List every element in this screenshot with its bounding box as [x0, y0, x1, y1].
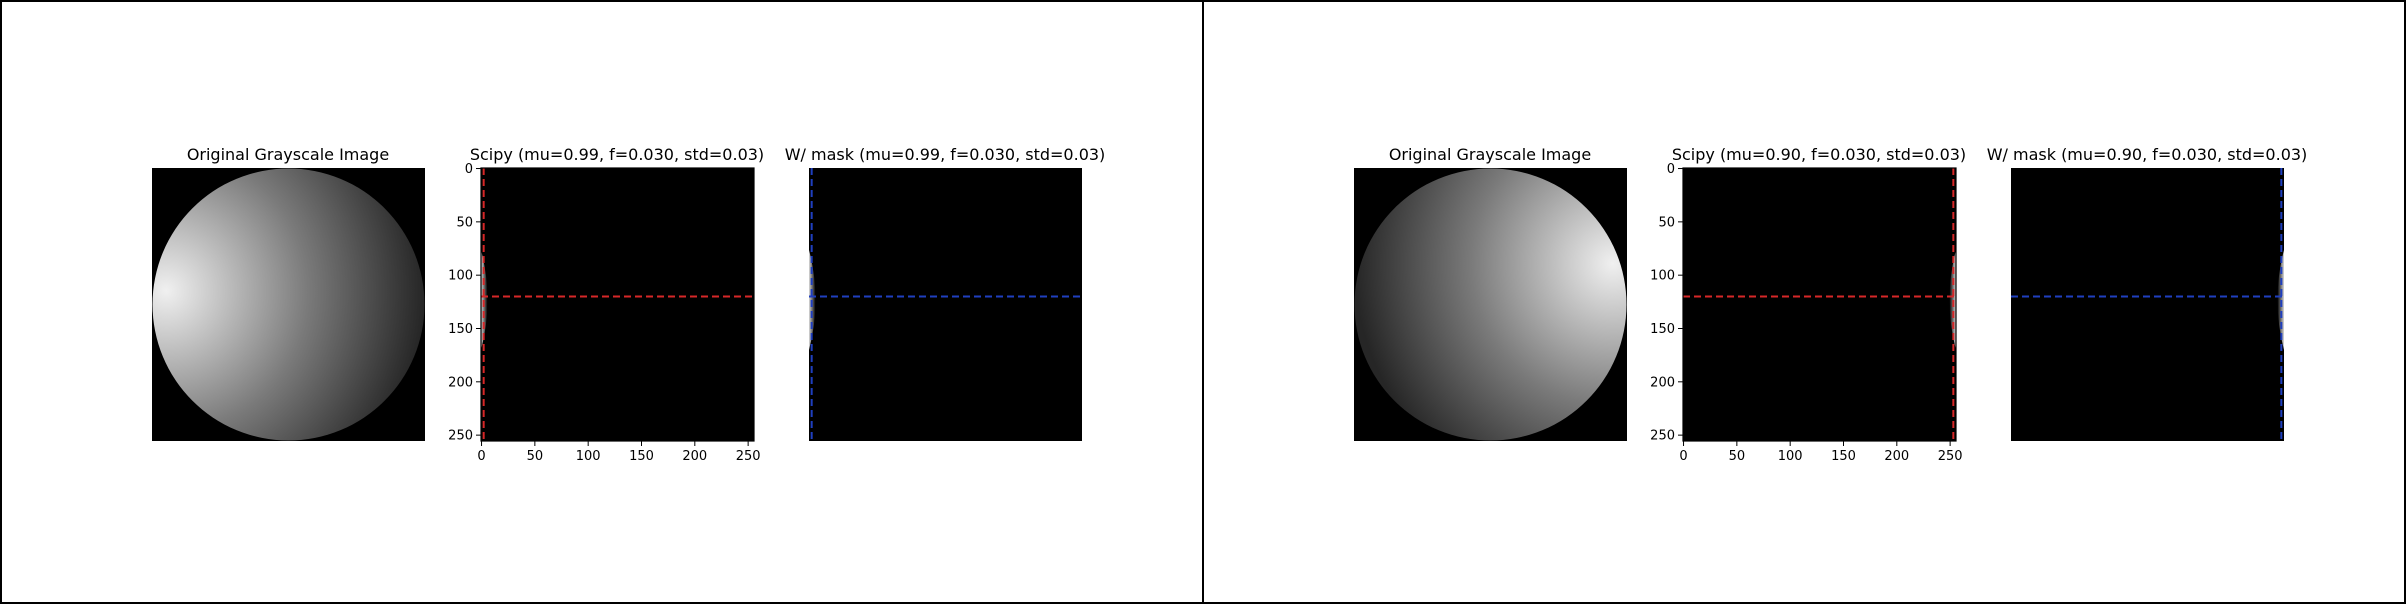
x-tick-label: 100 — [1778, 449, 1803, 464]
y-tick-label: 100 — [1650, 269, 1675, 284]
left-mask-image — [809, 168, 1082, 441]
y-tick-label: 0 — [1667, 162, 1675, 177]
left-original-disk — [152, 168, 425, 441]
right-scipy-y-axis: 0 50 100 150 200 250 — [1650, 162, 1683, 444]
y-tick-label: 100 — [448, 269, 473, 284]
figure-canvas: Original Grayscale Image Scipy (mu=0.99,… — [0, 0, 2406, 604]
y-tick-label: 200 — [448, 375, 473, 390]
y-tick-label: 200 — [1650, 375, 1675, 390]
left-scipy-title: Scipy (mu=0.99, f=0.030, std=0.03) — [470, 145, 764, 164]
x-tick-label: 50 — [527, 449, 544, 464]
right-original-title: Original Grayscale Image — [1389, 145, 1591, 164]
right-mask-title: W/ mask (mu=0.90, f=0.030, std=0.03) — [1987, 145, 2308, 164]
y-tick-label: 250 — [1650, 429, 1675, 444]
x-tick-label: 100 — [576, 449, 601, 464]
y-tick-label: 0 — [465, 162, 473, 177]
right-panel: Original Grayscale Image Scipy (mu=0.90,… — [1354, 145, 2307, 464]
x-tick-label: 200 — [682, 449, 707, 464]
y-tick-label: 50 — [1658, 215, 1675, 230]
right-scipy-title: Scipy (mu=0.90, f=0.030, std=0.03) — [1672, 145, 1966, 164]
right-scipy-x-axis: 0 50 100 150 200 250 — [1679, 441, 1963, 464]
x-tick-label: 200 — [1884, 449, 1909, 464]
y-tick-label: 50 — [456, 215, 473, 230]
x-tick-label: 50 — [1729, 449, 1746, 464]
y-tick-label: 150 — [1650, 322, 1675, 337]
y-tick-label: 150 — [448, 322, 473, 337]
right-scipy-image — [1683, 168, 1956, 441]
left-mask-title: W/ mask (mu=0.99, f=0.030, std=0.03) — [785, 145, 1106, 164]
left-scipy-y-axis: 0 50 100 150 200 250 — [448, 162, 481, 444]
x-tick-label: 0 — [1679, 449, 1687, 464]
x-tick-label: 250 — [1938, 449, 1963, 464]
right-mask-image — [2011, 168, 2284, 441]
x-tick-label: 0 — [477, 449, 485, 464]
left-original-title: Original Grayscale Image — [187, 145, 389, 164]
left-panel: Original Grayscale Image Scipy (mu=0.99,… — [152, 145, 1105, 464]
left-scipy-x-axis: 0 50 100 150 200 250 — [477, 441, 761, 464]
y-tick-label: 250 — [448, 429, 473, 444]
left-scipy-image — [480, 167, 755, 442]
x-tick-label: 150 — [629, 449, 654, 464]
x-tick-label: 250 — [736, 449, 761, 464]
right-original-disk — [1354, 168, 1627, 441]
x-tick-label: 150 — [1831, 449, 1856, 464]
